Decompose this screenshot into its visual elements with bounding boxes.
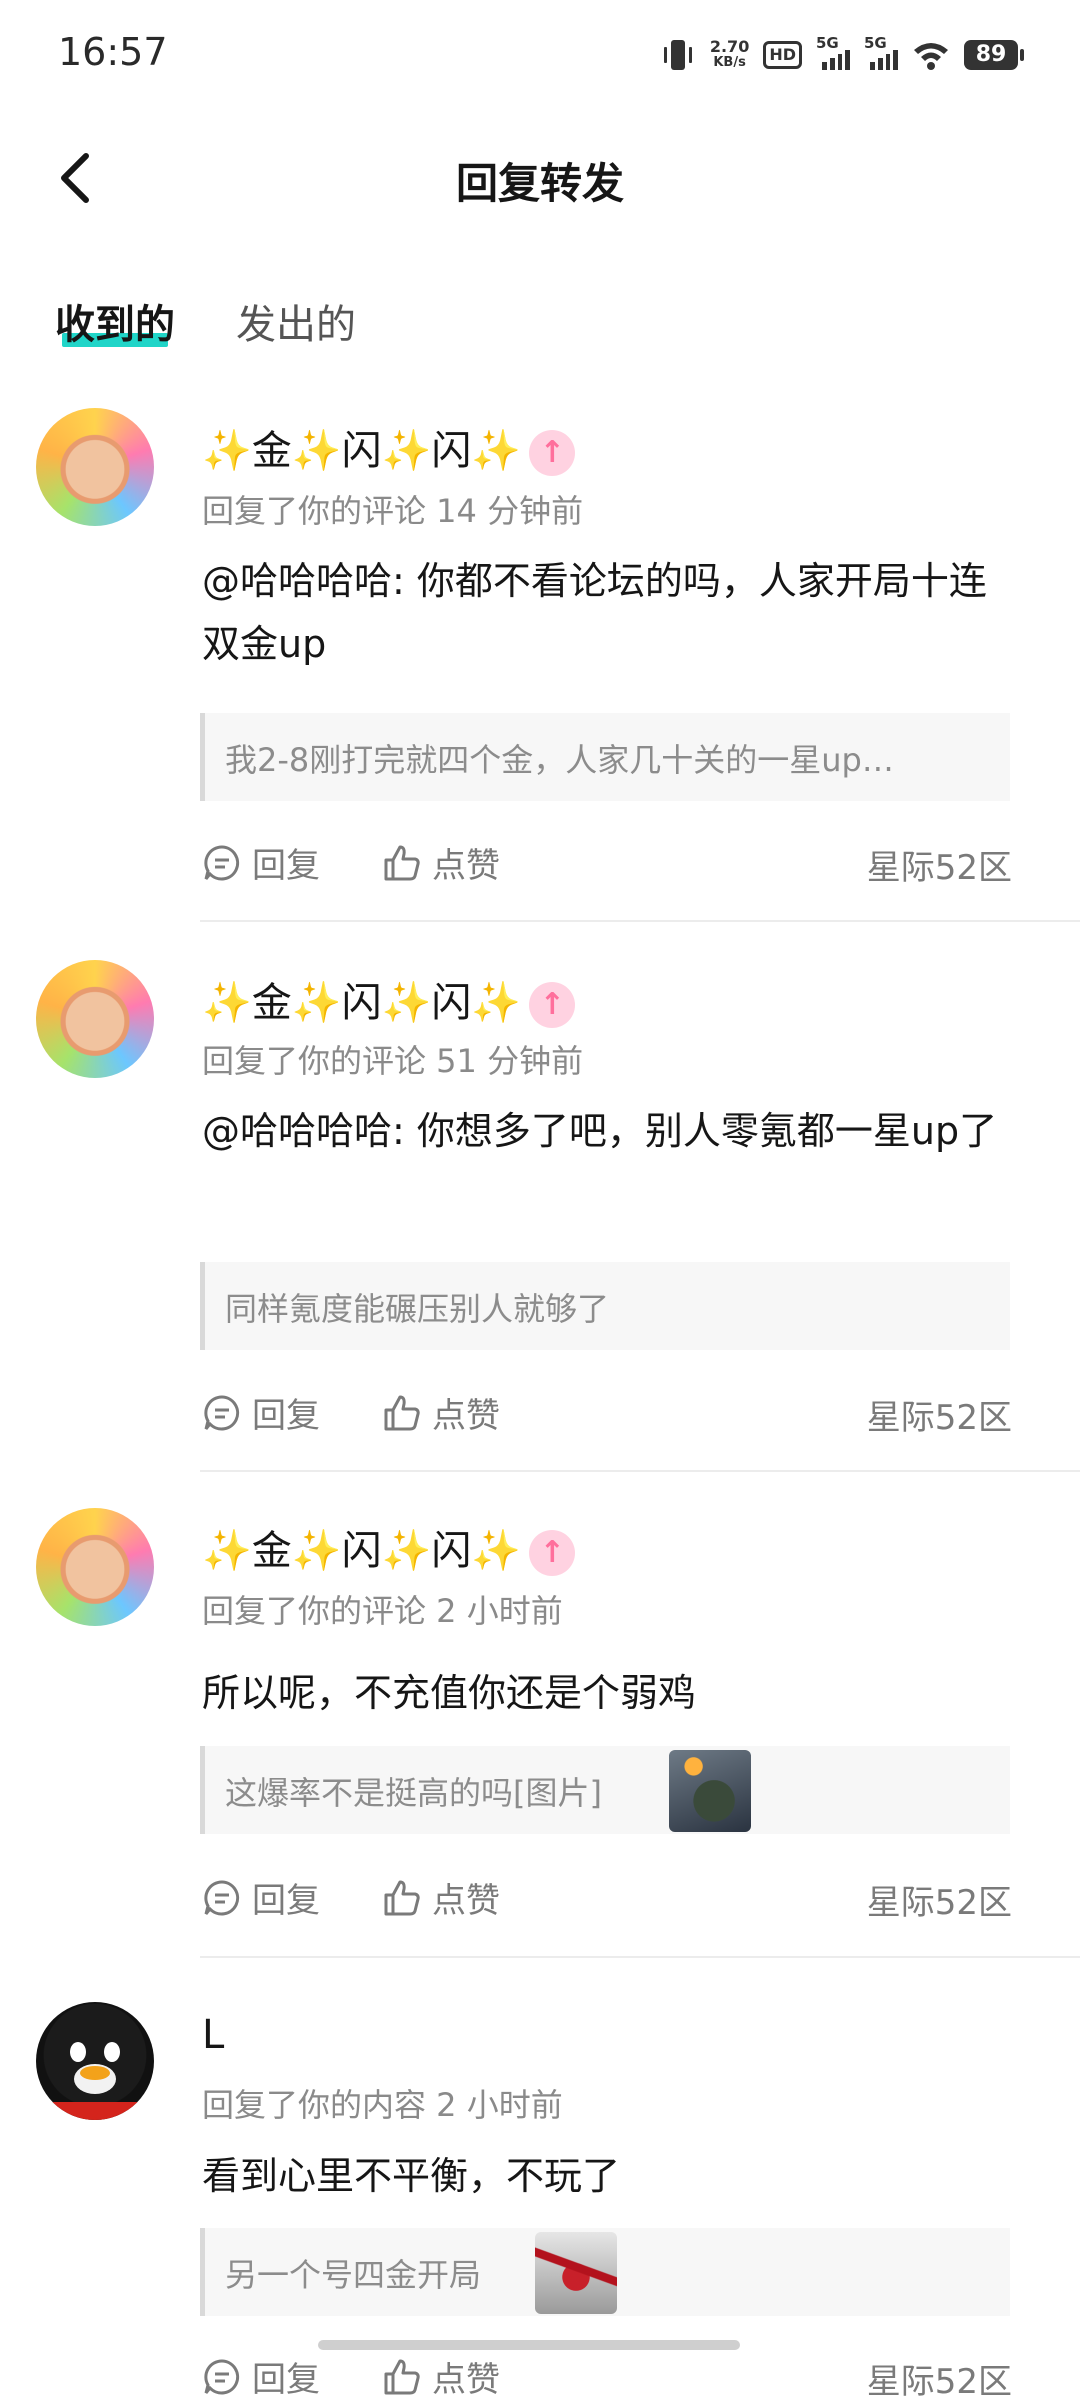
action-bar: 回复 点赞 星际52区 <box>202 1388 1012 1438</box>
divider <box>200 1956 1080 1958</box>
action-bar: 回复 点赞 星际52区 <box>202 838 1012 888</box>
quote-image-thumbnail[interactable] <box>535 2232 617 2314</box>
reply-content[interactable]: 所以呢，不充值你还是个弱鸡 <box>202 1662 1022 1725</box>
reply-meta: 回复了你的评论 2 小时前 <box>202 1592 563 1630</box>
page-title: 回复转发 <box>455 159 624 208</box>
quoted-comment[interactable]: 另一个号四金开局 <box>200 2228 1010 2316</box>
action-bar: 回复 点赞 星际52区 <box>202 2352 1012 2402</box>
home-indicator[interactable] <box>318 2340 740 2350</box>
thumbs-up-icon <box>384 1880 420 1915</box>
avatar[interactable] <box>36 2002 154 2120</box>
reply-button[interactable]: 回复 <box>202 1388 320 1437</box>
divider <box>200 1470 1080 1472</box>
like-button[interactable]: 点赞 <box>382 1388 500 1437</box>
region-label: 星际52区 <box>866 1883 1012 1923</box>
reply-button[interactable]: 回复 <box>202 838 320 887</box>
thumbs-up-icon <box>384 2359 420 2394</box>
signal-2-icon: 5G <box>864 34 898 70</box>
thumbs-up-icon <box>384 845 420 880</box>
battery-icon: 89 <box>964 40 1024 70</box>
net-speed: 2.70 KB/s <box>709 37 750 71</box>
thumbs-up-icon <box>384 1395 420 1430</box>
username[interactable]: ✨金✨闪✨闪✨ ↑ <box>202 970 576 1028</box>
comment-icon <box>204 844 240 880</box>
status-time: 16:57 <box>58 30 168 74</box>
action-bar: 回复 点赞 星际52区 <box>202 1873 1012 1923</box>
signal-1-icon: 5G <box>816 34 850 70</box>
reply-button[interactable]: 回复 <box>202 2352 320 2401</box>
status-icons: 2.70 KB/s HD 5G 5G 89 <box>660 34 1024 76</box>
like-button[interactable]: 点赞 <box>382 2352 500 2401</box>
vibrate-icon <box>663 40 692 70</box>
comment-icon <box>204 2358 240 2394</box>
reply-content[interactable]: 看到心里不平衡，不玩了 <box>202 2145 1022 2208</box>
comment-icon <box>204 1394 240 1430</box>
username[interactable]: L <box>202 2012 224 2058</box>
level-badge-icon: ↑ <box>529 1530 576 1576</box>
like-button[interactable]: 点赞 <box>382 838 500 887</box>
status-bar: 16:57 2.70 KB/s HD 5G 5G 89 <box>0 0 1080 110</box>
reply-content[interactable]: @哈哈哈哈: 你都不看论坛的吗，人家开局十连双金up <box>202 550 1022 676</box>
divider <box>200 920 1080 922</box>
comment-icon <box>204 1879 240 1915</box>
avatar[interactable] <box>36 408 154 526</box>
reply-meta: 回复了你的评论 51 分钟前 <box>202 1042 584 1080</box>
region-label: 星际52区 <box>866 848 1012 888</box>
username[interactable]: ✨金✨闪✨闪✨ ↑ <box>202 1518 576 1576</box>
level-badge-icon: ↑ <box>529 982 576 1028</box>
reply-meta: 回复了你的内容 2 小时前 <box>202 2086 563 2124</box>
region-label: 星际52区 <box>866 1398 1012 1438</box>
quoted-comment[interactable]: 同样氪度能碾压别人就够了 <box>200 1262 1010 1350</box>
region-label: 星际52区 <box>866 2362 1012 2402</box>
reply-content[interactable]: @哈哈哈哈: 你想多了吧，别人零氪都一星up了 <box>202 1100 1022 1163</box>
username[interactable]: ✨金✨闪✨闪✨ ↑ <box>202 418 576 476</box>
reply-meta: 回复了你的评论 14 分钟前 <box>202 492 584 530</box>
hd-icon: HD <box>763 41 802 69</box>
tab-received[interactable]: 收到的 <box>55 292 175 350</box>
level-badge-icon: ↑ <box>529 430 576 476</box>
tab-sent[interactable]: 发出的 <box>236 292 356 350</box>
quoted-comment[interactable]: 这爆率不是挺高的吗[图片] <box>200 1746 1010 1834</box>
avatar[interactable] <box>36 960 154 1078</box>
quote-image-thumbnail[interactable] <box>669 1750 751 1832</box>
wifi-icon <box>914 43 948 70</box>
quoted-comment[interactable]: 我2-8刚打完就四个金，人家几十关的一星up… <box>200 713 1010 801</box>
like-button[interactable]: 点赞 <box>382 1873 500 1922</box>
avatar[interactable] <box>36 1508 154 1626</box>
reply-button[interactable]: 回复 <box>202 1873 320 1922</box>
